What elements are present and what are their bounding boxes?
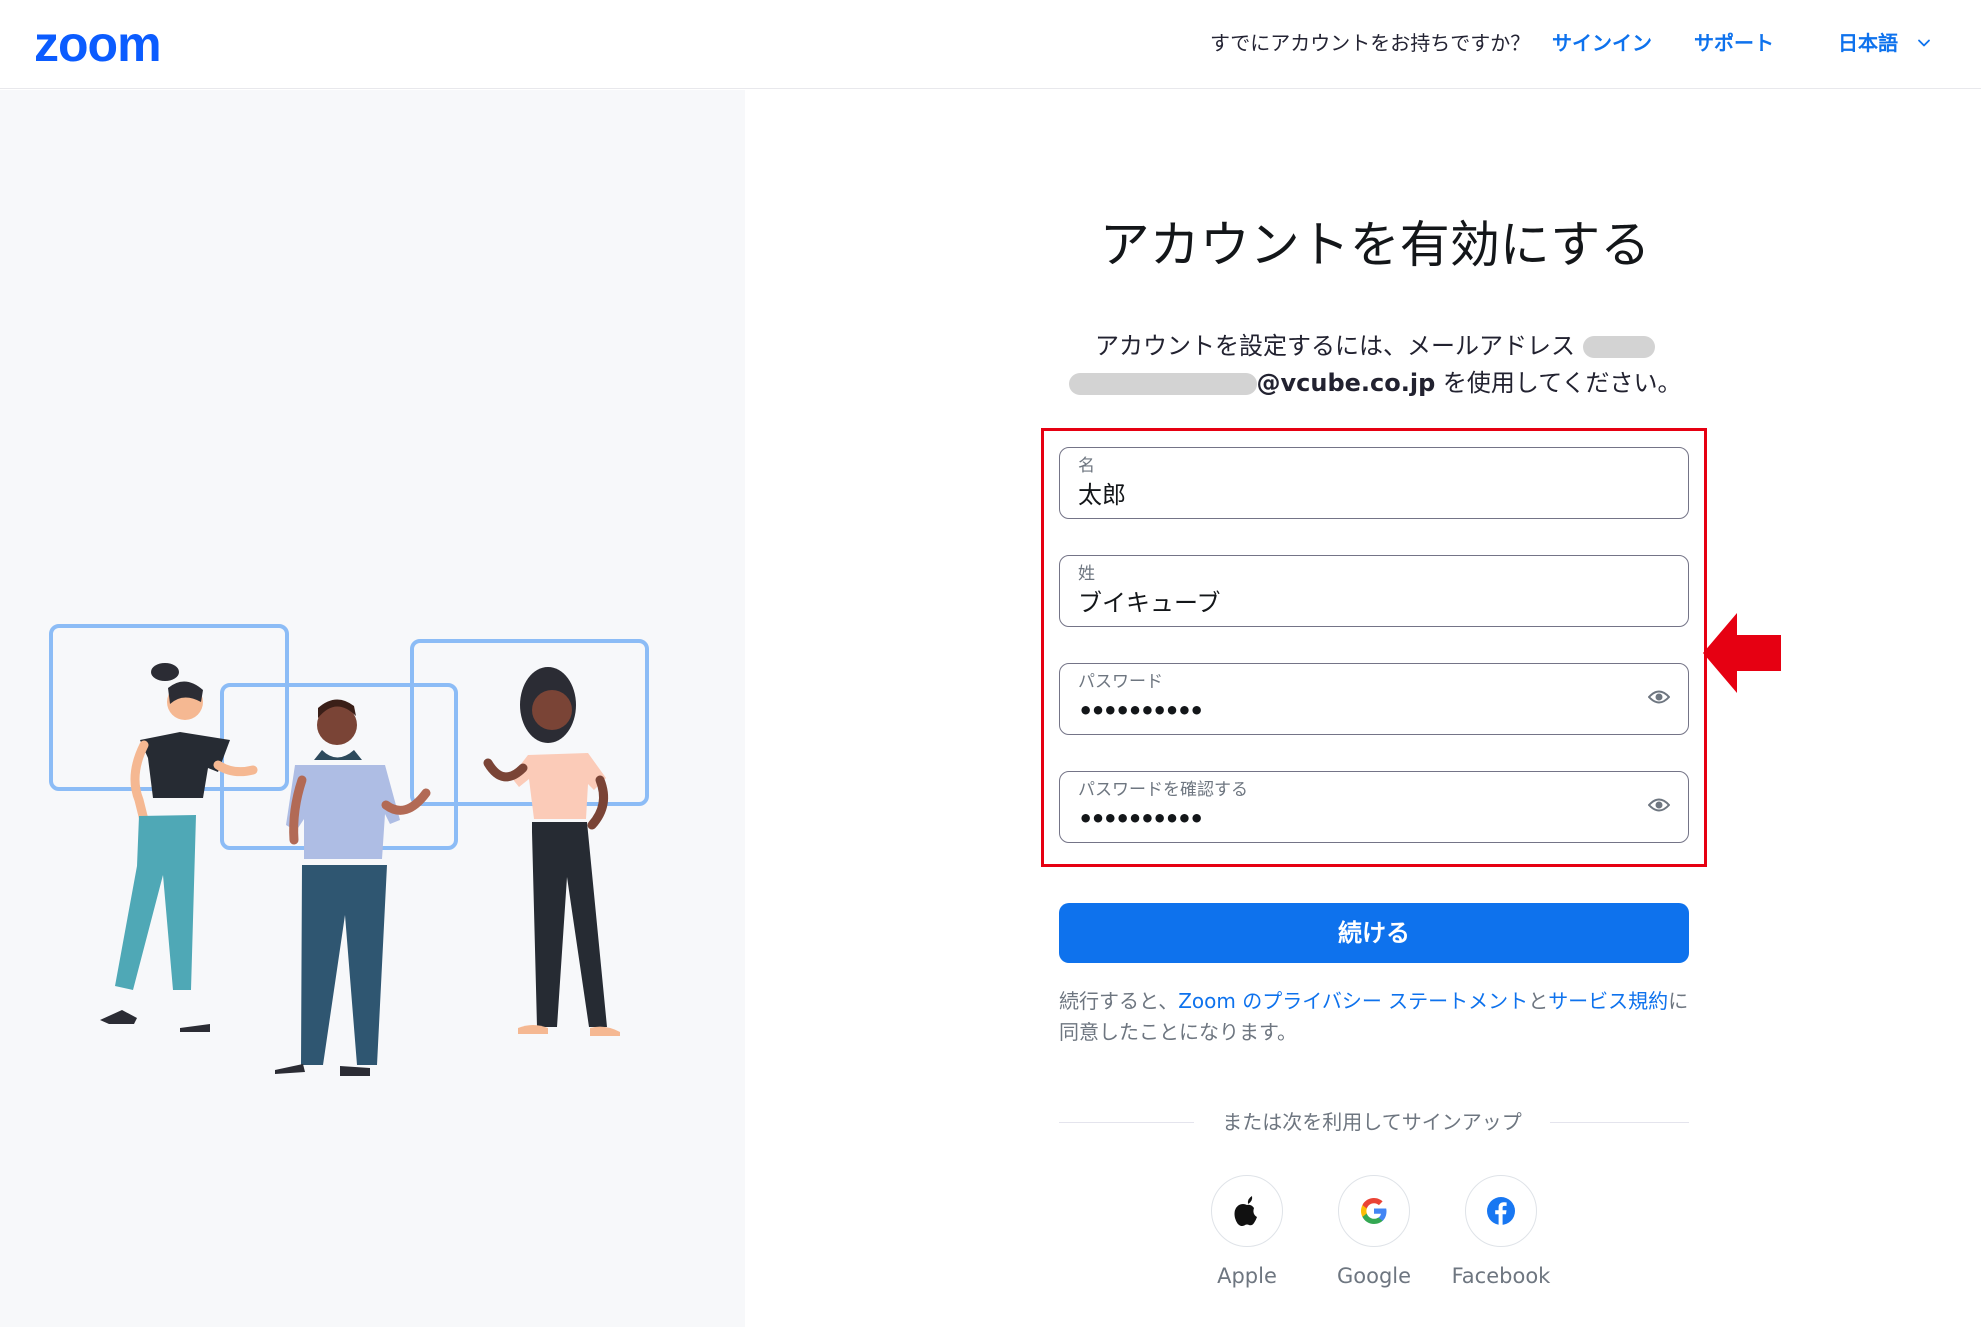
person-middle	[275, 699, 431, 1076]
illustration-panel	[0, 90, 745, 1327]
confirm-password-label: パスワードを確認する	[1078, 780, 1248, 800]
divider-line	[1059, 1122, 1194, 1123]
terms-prefix: 続行すると、	[1059, 989, 1179, 1013]
password-label: パスワード	[1078, 672, 1163, 692]
have-account-text: すでにアカウントをお持ちですか？	[1210, 31, 1531, 55]
google-icon	[1361, 1198, 1387, 1224]
last-name-value[interactable]: ブイキューブ	[1078, 586, 1221, 620]
eye-icon[interactable]	[1648, 689, 1670, 705]
password-value[interactable]: ••••••••••	[1078, 696, 1204, 726]
top-header: zoom すでにアカウントをお持ちですか？ サインイン サポート 日本語	[0, 0, 1981, 89]
apple-signup-button[interactable]: Apple	[1197, 1175, 1297, 1291]
language-selector[interactable]: 日本語	[1838, 28, 1932, 58]
language-label: 日本語	[1838, 31, 1898, 55]
divider-line	[1550, 1122, 1689, 1123]
apple-icon	[1234, 1196, 1257, 1226]
first-name-label: 名	[1078, 456, 1095, 476]
facebook-label: Facebook	[1451, 1264, 1551, 1288]
google-circle[interactable]	[1338, 1175, 1410, 1247]
person-right	[483, 667, 620, 1036]
last-name-field[interactable]: 姓 ブイキューブ	[1059, 555, 1689, 627]
zoom-logo[interactable]: zoom	[34, 14, 162, 74]
terms-and: と	[1528, 989, 1549, 1013]
email-domain: @vcube.co.jp	[1256, 369, 1436, 397]
people-illustration	[49, 624, 649, 1076]
facebook-icon	[1487, 1197, 1515, 1225]
social-divider-text: または次を利用してサインアップ	[1222, 1110, 1522, 1134]
last-name-label: 姓	[1078, 564, 1095, 584]
confirm-password-value[interactable]: ••••••••••	[1078, 804, 1204, 834]
apple-label: Apple	[1217, 1264, 1277, 1288]
facebook-circle[interactable]	[1465, 1175, 1537, 1247]
password-field[interactable]: パスワード ••••••••••	[1059, 663, 1689, 735]
apple-circle[interactable]	[1211, 1175, 1283, 1247]
signin-link[interactable]: サインイン	[1552, 28, 1652, 58]
terms-of-service-link[interactable]: サービス規約	[1548, 989, 1668, 1013]
email-instruction: アカウントを設定するには、メールアドレス @vcube.co.jp を使用してく…	[1060, 328, 1690, 402]
page-title: アカウントを有効にする	[1099, 216, 1651, 274]
first-name-value[interactable]: 太郎	[1078, 478, 1126, 512]
google-label: Google	[1336, 1264, 1412, 1288]
instruction-prefix: アカウントを設定するには、メールアドレス	[1095, 332, 1575, 360]
first-name-field[interactable]: 名 太郎	[1059, 447, 1689, 519]
chevron-down-icon	[1918, 39, 1930, 47]
redacted-block	[1068, 373, 1257, 395]
privacy-statement-link[interactable]: Zoom のプライバシー ステートメント	[1178, 989, 1528, 1013]
facebook-signup-button[interactable]: Facebook	[1451, 1175, 1551, 1291]
terms-text: 続行すると、Zoom のプライバシー ステートメントとサービス規約に同意したこと…	[1059, 986, 1689, 1048]
support-link[interactable]: サポート	[1694, 28, 1774, 58]
instruction-suffix: を使用してください。	[1435, 369, 1682, 397]
red-arrow-annotation	[1703, 613, 1781, 693]
redacted-block	[1583, 336, 1655, 358]
confirm-password-field[interactable]: パスワードを確認する ••••••••••	[1059, 771, 1689, 843]
eye-icon[interactable]	[1648, 797, 1670, 813]
continue-button[interactable]: 続ける	[1059, 903, 1689, 963]
google-signup-button[interactable]: Google	[1324, 1175, 1424, 1291]
